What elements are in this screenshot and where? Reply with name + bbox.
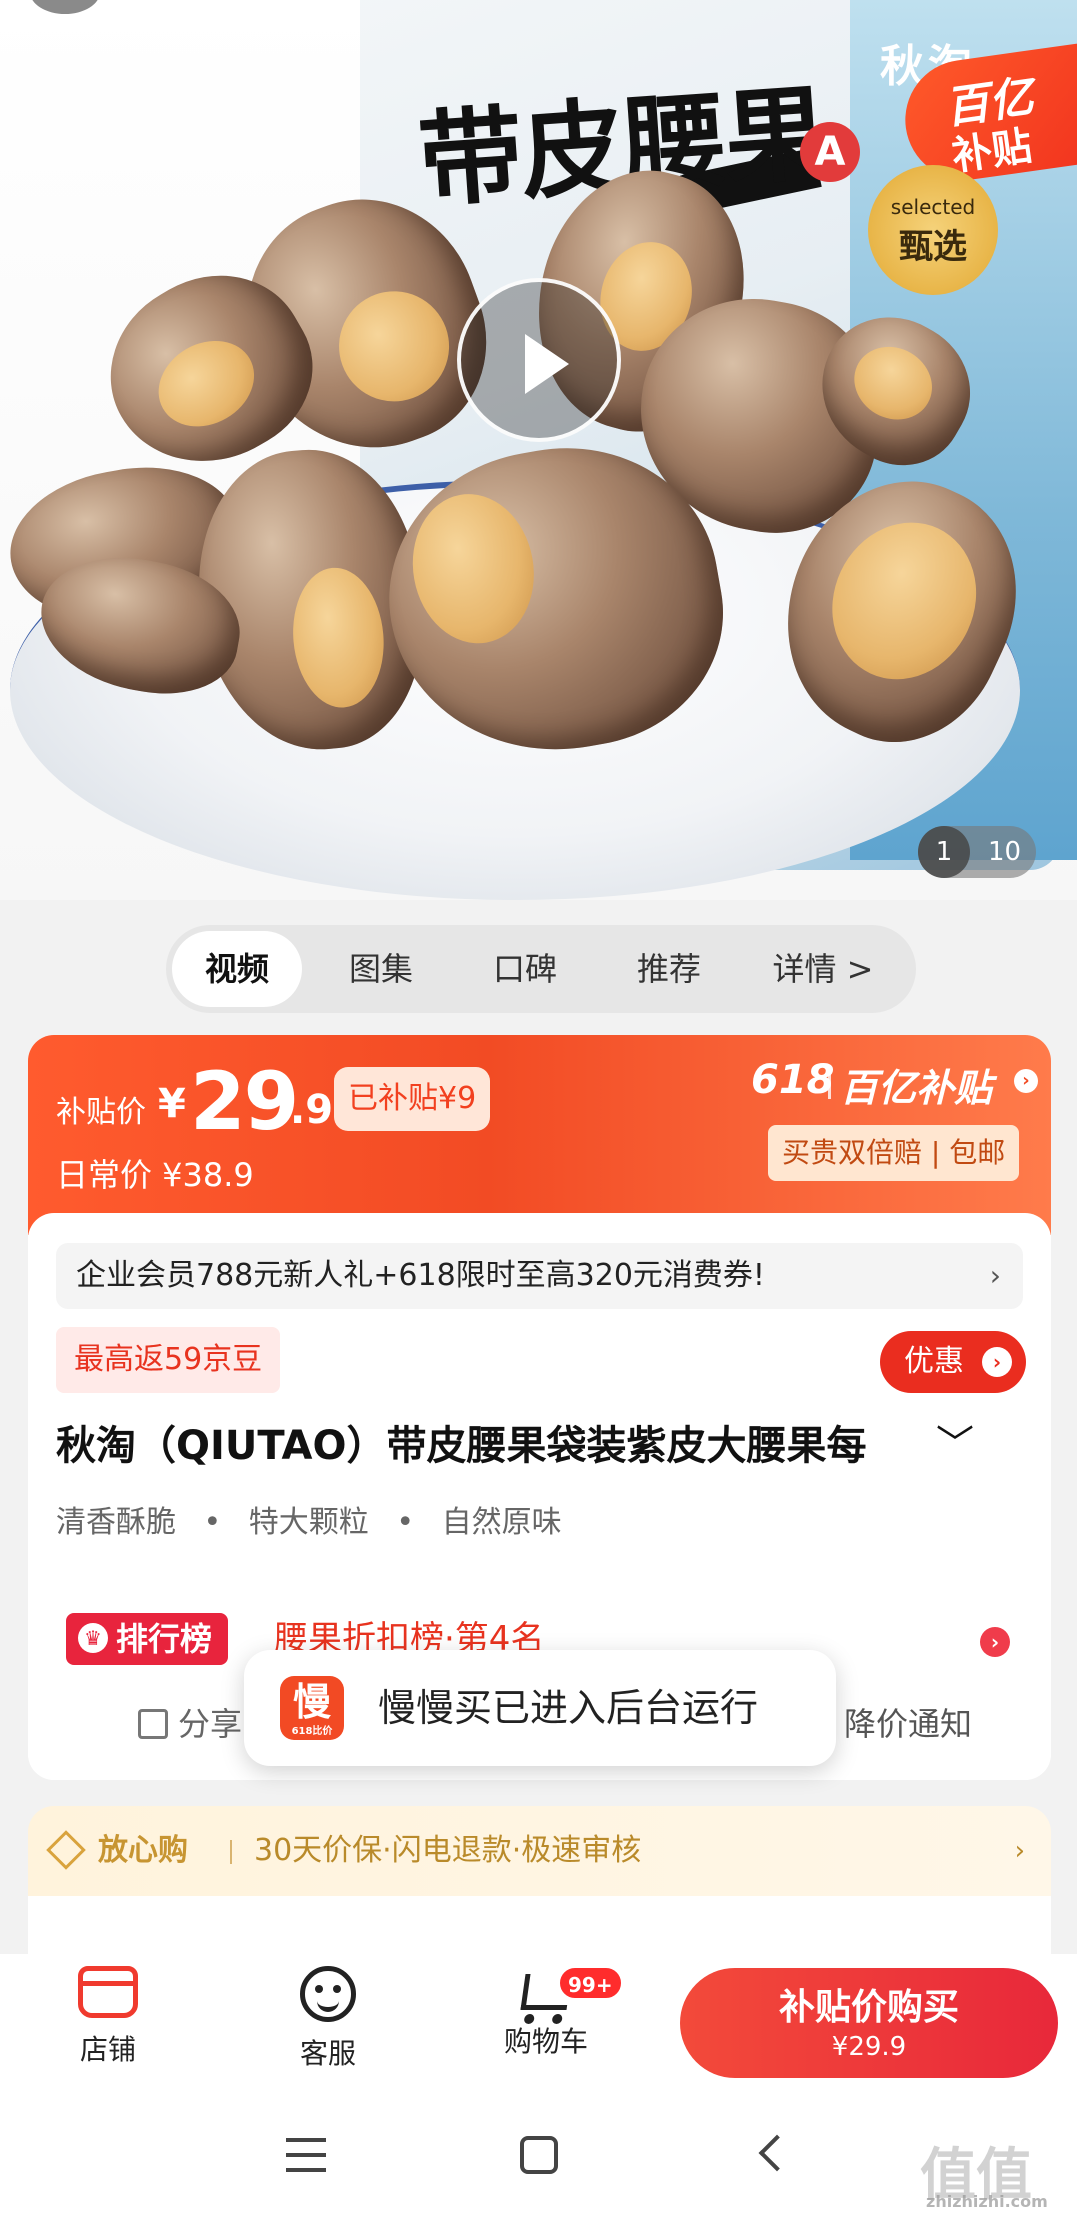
feature-item: 自然原味 [441, 1505, 562, 1540]
banner-divider [828, 1065, 831, 1099]
subsidy-amount-badge: 已补贴¥9 [334, 1067, 491, 1131]
promo-text: 企业会员788元新人礼+618限时至高320元消费券! [76, 1258, 765, 1293]
play-video-button[interactable] [457, 278, 621, 442]
tab-reviews[interactable]: 口碑 [460, 931, 590, 1007]
shop-label: 店铺 [79, 2033, 136, 2066]
buy-button[interactable]: 补贴价购买 ¥29.9 [680, 1968, 1058, 2078]
daily-price: 日常价 ¥38.9 [56, 1156, 254, 1194]
ranking-tag-label: 排行榜 [116, 1620, 213, 1658]
bottom-action-bar: 店铺 客服 99+ 购物车 补贴价购买 ¥29.9 [0, 1954, 1077, 2094]
thumbnail-strip [28, 1896, 1051, 1956]
media-tab-bar: 视频 图集 口碑 推荐 详情 > [166, 925, 916, 1013]
feature-dot: • [396, 1505, 415, 1540]
subsidy-program-link[interactable]: 百亿补贴 [840, 1057, 992, 1112]
price-banner: 补贴价 ¥ 29 .9 已补贴¥9 日常价 ¥38.9 618 百亿补贴 › 买… [28, 1035, 1051, 1235]
buy-button-label: 补贴价购买 [778, 1987, 959, 2028]
share-button[interactable]: 分享 [138, 1699, 242, 1749]
selected-badge: selected 甄选 [868, 165, 998, 295]
feature-item: 清香酥脆 [56, 1505, 176, 1540]
app-logo-char: 慢 [292, 1680, 331, 1724]
cart-count-badge: 99+ [558, 1966, 623, 2000]
watermark: 值值值 zhizhizhi.com [920, 2130, 1077, 2223]
chevron-right-icon: › [982, 1347, 1012, 1377]
event-label: 618 [751, 1057, 835, 1103]
tab-recommend[interactable]: 推荐 [604, 931, 734, 1007]
expand-title-icon[interactable]: ﹀ [936, 1413, 974, 1468]
member-promo-bar[interactable]: 企业会员788元新人礼+618限时至高320元消费券! › [56, 1243, 1023, 1309]
selected-line2: 甄选 [899, 227, 967, 267]
diamond-icon [46, 1830, 86, 1870]
feature-dot: • [203, 1505, 222, 1540]
ranking-badge[interactable]: ♛ 排行榜 [66, 1613, 229, 1665]
grade-badge: A [800, 122, 860, 182]
buy-button-price: ¥29.9 [831, 2032, 907, 2062]
share-label: 分享 [178, 1705, 243, 1743]
share-icon [138, 1709, 168, 1739]
menu-icon[interactable] [286, 2138, 326, 2172]
customer-service-button[interactable]: 客服 [268, 1966, 388, 2072]
cart-label: 购物车 [503, 2025, 588, 2058]
assurance-strip[interactable]: 放心购 30天价保·闪电退款·极速审核 › [28, 1806, 1051, 1896]
price-integer: 29 [190, 1055, 299, 1148]
chevron-right-icon[interactable]: › [1014, 1069, 1038, 1093]
price-currency: ¥ [158, 1081, 186, 1127]
bean-reward-tag: 最高返59京豆 [56, 1327, 281, 1393]
toast-message: 慢慢买已进入后台运行 [378, 1686, 759, 1730]
feature-list: 清香酥脆 • 特大颗粒 • 自然原味 [56, 1497, 580, 1541]
trophy-icon: ♛ [78, 1623, 108, 1653]
tab-details[interactable]: 详情 > [748, 931, 898, 1007]
subsidy-price-label: 补贴价 [56, 1095, 146, 1130]
shop-icon [78, 1966, 138, 2018]
cart-button[interactable]: 99+ 购物车 [486, 1966, 623, 2060]
assurance-title: 放心购 [98, 1833, 188, 1868]
back-icon[interactable] [758, 2134, 796, 2172]
system-navigation-bar [0, 2094, 1077, 2223]
coupon-label: 优惠 [904, 1344, 964, 1379]
chevron-right-icon[interactable]: › [980, 1627, 1010, 1657]
app-logo-sub: 618比价 [291, 1726, 333, 1737]
shop-button[interactable]: 店铺 [48, 1966, 168, 2068]
app-logo-icon: 慢 618比价 [280, 1676, 344, 1740]
total-image-count: 10 [988, 837, 1022, 867]
assurance-divider [230, 1840, 232, 1864]
chevron-right-icon: › [989, 1259, 1001, 1292]
image-page-counter: 1 10 [918, 826, 1036, 878]
home-icon[interactable] [520, 2136, 558, 2174]
price-decimal: .9 [290, 1087, 334, 1133]
product-image-carousel[interactable]: 秋淘 带皮腰果 A 百亿 补贴 selected 甄选 1 10 [0, 0, 1077, 900]
chevron-right-icon: › [1014, 1836, 1025, 1866]
product-title: 秋淘（QIUTAO）带皮腰果袋装紫皮大腰果每 [56, 1423, 867, 1469]
tab-video[interactable]: 视频 [172, 931, 302, 1007]
watermark-text: 值值值 [920, 2143, 1032, 2208]
background-run-toast: 慢 618比价 慢慢买已进入后台运行 [244, 1650, 836, 1766]
tab-gallery[interactable]: 图集 [316, 931, 446, 1007]
watermark-url: zhizhizhi.com [926, 2192, 1048, 2211]
back-button[interactable] [30, 0, 100, 14]
coupon-button[interactable]: 优惠 › [880, 1331, 1026, 1393]
guarantee-badge[interactable]: 买贵双倍赔 | 包邮 [768, 1125, 1020, 1181]
customer-service-icon [300, 1966, 356, 2022]
current-image-index: 1 [918, 826, 970, 878]
price-alert-button[interactable]: 降价通知 [844, 1699, 972, 1749]
customer-service-label: 客服 [299, 2037, 356, 2070]
selected-line1: selected [890, 195, 976, 219]
feature-item: 特大颗粒 [248, 1505, 369, 1540]
assurance-text: 30天价保·闪电退款·极速审核 [254, 1833, 642, 1868]
